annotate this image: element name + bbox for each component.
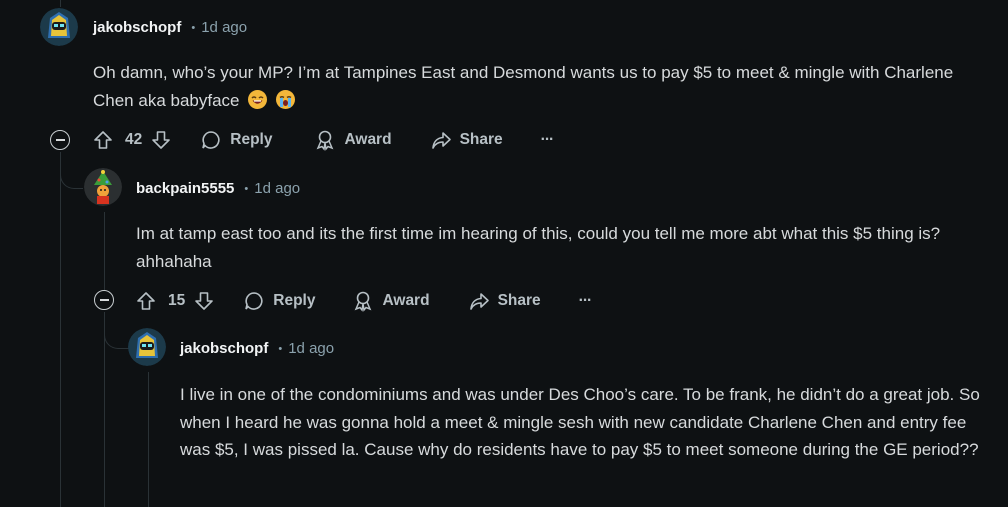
avatar[interactable]: [128, 328, 166, 366]
share-button[interactable]: Share: [468, 290, 541, 312]
thread-connector: [60, 152, 83, 189]
reply-button[interactable]: Reply: [243, 290, 315, 312]
vote-count: 42: [125, 131, 143, 148]
upvote-icon: [137, 292, 155, 310]
comment-actions: 15 Reply Award Share ···: [135, 289, 592, 313]
timestamp[interactable]: 1d ago: [201, 19, 247, 36]
more-options-icon: ···: [540, 131, 554, 148]
comment-body: Oh damn, who’s your MP? I’m at Tampines …: [93, 59, 993, 114]
separator-dot: •: [191, 21, 196, 34]
upvote-icon: [94, 131, 112, 149]
comment-meta: jakobschopf • 1d ago: [180, 340, 334, 357]
comment-body: Im at tamp east too and its the first ti…: [136, 220, 996, 275]
share-label: Share: [497, 292, 541, 309]
comment-actions: 42 Reply Award Share ···: [92, 128, 554, 152]
downvote-button[interactable]: [150, 129, 172, 151]
thread-line: [104, 212, 105, 290]
avatar[interactable]: [84, 168, 122, 206]
username[interactable]: backpain5555: [136, 180, 234, 197]
award-button[interactable]: Award: [314, 129, 392, 151]
username[interactable]: jakobschopf: [93, 19, 181, 36]
collapse-thread-button[interactable]: [50, 130, 70, 150]
timestamp[interactable]: 1d ago: [254, 180, 300, 197]
downvote-icon: [152, 131, 171, 149]
upvote-button[interactable]: [135, 290, 157, 312]
comment-bubble-icon: [245, 292, 263, 310]
thread-connector: [104, 312, 129, 349]
more-options-icon: ···: [578, 292, 592, 309]
share-label: Share: [459, 131, 503, 148]
comment-text: I live in one of the condominiums and wa…: [180, 385, 980, 459]
more-options-button[interactable]: ···: [541, 131, 554, 149]
comment-text: Oh damn, who’s your MP? I’m at Tampines …: [93, 63, 954, 110]
timestamp[interactable]: 1d ago: [288, 340, 334, 357]
comment-bubble-icon: [202, 131, 220, 149]
comment-meta: backpain5555 • 1d ago: [136, 180, 300, 197]
upvote-button[interactable]: [92, 129, 114, 151]
comment-meta: jakobschopf • 1d ago: [93, 19, 247, 36]
comment-body: I live in one of the condominiums and wa…: [180, 381, 995, 464]
share-icon: [431, 132, 451, 149]
thread-line: [60, 152, 61, 507]
separator-dot: •: [244, 182, 249, 195]
downvote-icon: [195, 292, 214, 310]
award-label: Award: [382, 292, 430, 309]
share-button[interactable]: Share: [430, 129, 503, 151]
thread-line: [60, 0, 61, 7]
reply-label: Reply: [273, 292, 316, 309]
reply-button[interactable]: Reply: [200, 129, 272, 151]
crying-emoji-icon: [275, 89, 295, 109]
award-button[interactable]: Award: [352, 290, 430, 312]
award-icon: [317, 130, 334, 151]
reply-label: Reply: [230, 131, 273, 148]
comment-text: Im at tamp east too and its the first ti…: [136, 224, 941, 271]
laughing-emoji-icon: [248, 89, 268, 109]
separator-dot: •: [278, 342, 283, 355]
award-label: Award: [344, 131, 392, 148]
avatar[interactable]: [40, 8, 78, 46]
award-icon: [355, 291, 372, 312]
collapse-thread-button[interactable]: [94, 290, 114, 310]
more-options-button[interactable]: ···: [579, 292, 592, 310]
share-icon: [469, 293, 489, 310]
username[interactable]: jakobschopf: [180, 340, 268, 357]
downvote-button[interactable]: [193, 290, 215, 312]
thread-line: [148, 372, 149, 507]
vote-count: 15: [168, 292, 186, 309]
